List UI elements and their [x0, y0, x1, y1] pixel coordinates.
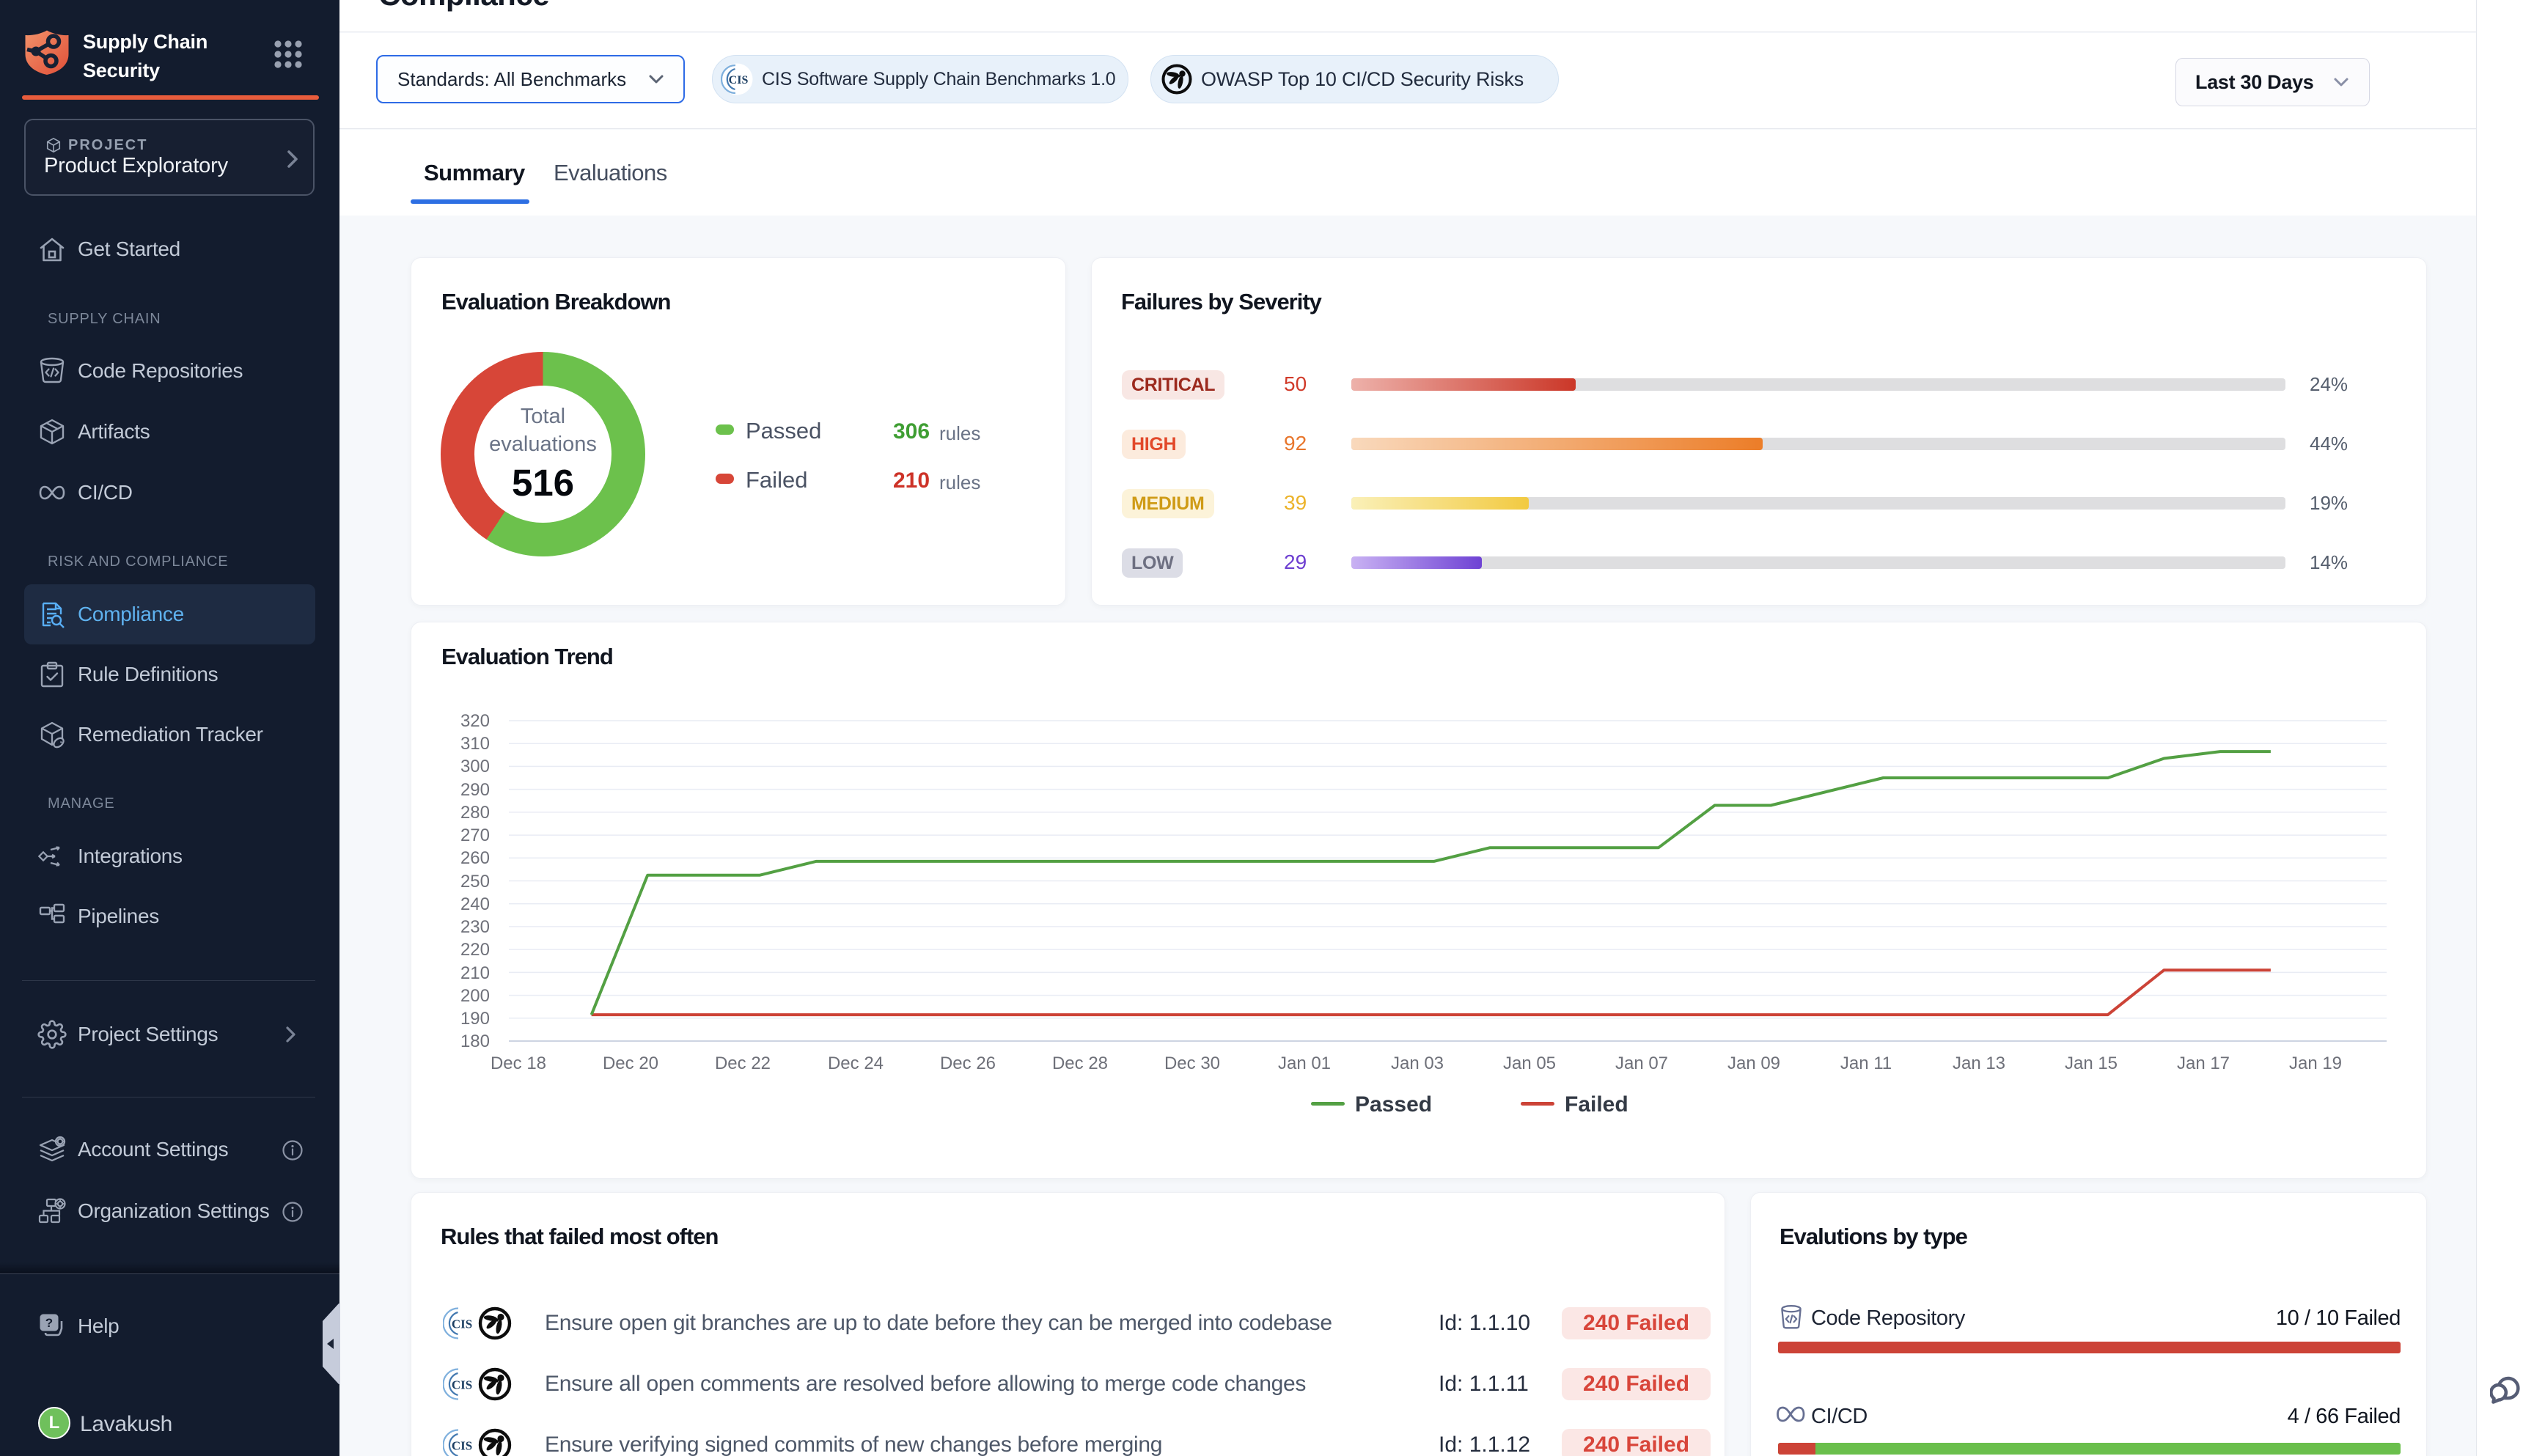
- svg-text:Jan 03: Jan 03: [1391, 1054, 1444, 1073]
- svg-text:Dec 30: Dec 30: [1164, 1054, 1220, 1073]
- svg-text:Jan 07: Jan 07: [1615, 1054, 1668, 1073]
- svg-text:300: 300: [460, 757, 490, 776]
- svg-text:CIS: CIS: [452, 1439, 472, 1453]
- svg-text:Jan 17: Jan 17: [2177, 1054, 2230, 1073]
- svg-text:280: 280: [460, 803, 490, 823]
- svg-text:CIS: CIS: [729, 74, 749, 87]
- svg-text:?: ?: [45, 1316, 53, 1330]
- svg-text:180: 180: [460, 1032, 490, 1051]
- svg-text:Jan 19: Jan 19: [2289, 1054, 2342, 1073]
- svg-text:Dec 20: Dec 20: [603, 1054, 658, 1073]
- svg-text:240: 240: [460, 894, 490, 914]
- svg-text:Dec 26: Dec 26: [940, 1054, 996, 1073]
- svg-text:Dec 28: Dec 28: [1052, 1054, 1108, 1073]
- svg-text:Passed: Passed: [1355, 1092, 1432, 1117]
- svg-text:210: 210: [460, 963, 490, 983]
- svg-text:270: 270: [460, 826, 490, 845]
- svg-text:Jan 11: Jan 11: [1840, 1054, 1892, 1073]
- svg-text:Jan 01: Jan 01: [1278, 1054, 1331, 1073]
- svg-text:Jan 13: Jan 13: [1953, 1054, 2005, 1073]
- svg-text:310: 310: [460, 734, 490, 754]
- svg-text:250: 250: [460, 872, 490, 891]
- svg-text:Dec 22: Dec 22: [715, 1054, 771, 1073]
- svg-text:Dec 18: Dec 18: [491, 1054, 546, 1073]
- svg-text:190: 190: [460, 1009, 490, 1029]
- svg-text:Failed: Failed: [1565, 1092, 1628, 1117]
- svg-text:290: 290: [460, 780, 490, 800]
- svg-text:320: 320: [460, 711, 490, 731]
- svg-text:220: 220: [460, 940, 490, 960]
- svg-text:200: 200: [460, 986, 490, 1006]
- svg-text:CIS: CIS: [452, 1378, 472, 1392]
- svg-text:CIS: CIS: [452, 1317, 472, 1331]
- svg-text:Jan 09: Jan 09: [1727, 1054, 1780, 1073]
- svg-text:Jan 05: Jan 05: [1503, 1054, 1556, 1073]
- svg-text:Dec 24: Dec 24: [828, 1054, 884, 1073]
- svg-text:230: 230: [460, 917, 490, 937]
- svg-text:260: 260: [460, 848, 490, 868]
- svg-text:Jan 15: Jan 15: [2065, 1054, 2118, 1073]
